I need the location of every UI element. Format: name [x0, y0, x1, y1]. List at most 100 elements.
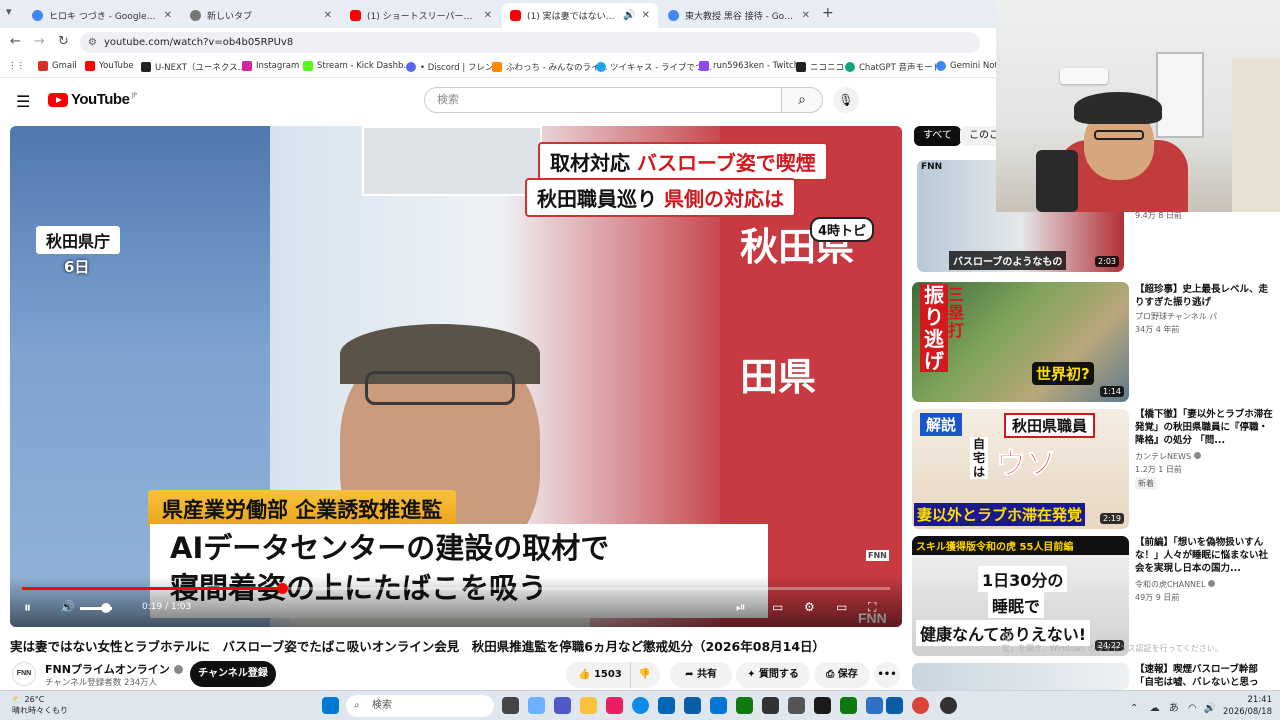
recommended-thumbnail-5[interactable]: [912, 663, 1129, 690]
tab-google-search-2[interactable]: 東大教授 黒谷 接待 - Google 検索 ✕: [660, 3, 818, 28]
channel-avatar[interactable]: FNN: [12, 662, 36, 686]
play-pause-icon[interactable]: ⏸: [24, 600, 31, 616]
recommended-title-5[interactable]: 【速報】喫煙バスローブ幹部「自宅は嘘、バレないと思っ: [1135, 663, 1275, 689]
edge-icon[interactable]: [632, 697, 649, 714]
recommended-thumbnail-4[interactable]: スキル獲得版令和の虎 55人目前編 1日30分の 睡眠で 健康なんてありえない!…: [912, 536, 1129, 656]
bookmark-gemini[interactable]: Gemini Note: [936, 61, 1003, 71]
reload-icon[interactable]: ↻: [58, 34, 69, 49]
bookmark-icon: ⎙: [826, 669, 835, 680]
weather-widget[interactable]: ⛅ 26°C 晴れ時々くもり: [12, 694, 68, 716]
apps-icon[interactable]: ⋮⋮: [8, 61, 25, 71]
video-player[interactable]: 秋田県 田県 取材対応 バスローブ姿で喫煙 秋田職員巡り 県側の対応は 4時トピ…: [10, 126, 902, 627]
ask-button[interactable]: ✦ 質問する: [736, 662, 810, 688]
store-icon[interactable]: [658, 697, 675, 714]
obs-icon[interactable]: [940, 697, 957, 714]
chip-all[interactable]: すべて: [914, 126, 961, 146]
like-button[interactable]: 👍 1503 👎: [566, 662, 660, 688]
recommended-thumbnail-2[interactable]: 振り逃げ 三塁打 世界初? 1:14: [912, 282, 1129, 402]
bookmark-twitcasting[interactable]: ツイキャス - ライブでつ...: [596, 61, 712, 73]
youtube-icon: [85, 61, 95, 71]
channel-name[interactable]: FNNプライムオンライン: [45, 661, 183, 677]
bookmark-kick[interactable]: Stream - Kick Dashb...: [303, 61, 412, 71]
hamburger-menu-icon[interactable]: ☰: [16, 92, 30, 111]
file-explorer-icon[interactable]: [580, 697, 597, 714]
recommended-channel-2[interactable]: プロ野球チャンネル パ: [1135, 311, 1217, 322]
search-input[interactable]: 検索: [424, 87, 782, 113]
forward-icon[interactable]: →: [34, 34, 45, 49]
wifi-icon[interactable]: ◠: [1188, 703, 1197, 714]
recommended-thumbnail-3[interactable]: 解説 秋田県職員 自宅は ウソ 妻以外とラブホ滞在発覚 2:19: [912, 409, 1129, 529]
bookmark-youtube[interactable]: YouTube: [85, 61, 134, 71]
copilot-icon[interactable]: [528, 697, 545, 714]
windows-activation-text: 定」を開き、Windows のライセンス認証を行ってください。: [1002, 644, 1223, 653]
close-tab-icon[interactable]: ✕: [642, 10, 650, 21]
new-tab-button[interactable]: +: [822, 5, 834, 21]
voice-search-button[interactable]: 🎙: [833, 87, 859, 113]
windows-start-icon[interactable]: [322, 697, 339, 714]
search-button[interactable]: ⌕: [781, 87, 823, 113]
app-icon-5[interactable]: [866, 697, 883, 714]
volume-knob[interactable]: [100, 603, 111, 613]
bookmark-discord[interactable]: • Discord | フレンド: [406, 61, 502, 73]
bookmark-unext[interactable]: U-NEXT（ユーネクス...: [141, 61, 246, 73]
ime-indicator[interactable]: あ: [1169, 703, 1179, 714]
app-icon-6[interactable]: [886, 697, 903, 714]
app-icon-3[interactable]: [788, 697, 805, 714]
close-tab-icon[interactable]: ✕: [324, 10, 332, 21]
terminal-icon[interactable]: [814, 697, 831, 714]
chrome-icon[interactable]: [912, 697, 929, 714]
site-info-icon[interactable]: ⚙: [88, 32, 97, 53]
tab-search-icon[interactable]: ▾: [6, 5, 12, 18]
bookmark-chatgpt[interactable]: ChatGPT 音声モード: [845, 61, 941, 73]
tab-youtube-active[interactable]: (1) 実は妻ではない女性とラブホ 🔊 ✕: [502, 3, 658, 28]
location-label: 秋田県庁: [36, 226, 121, 254]
back-icon[interactable]: ←: [10, 34, 21, 49]
autoplay-toggle-icon[interactable]: ⏯: [736, 600, 746, 615]
close-tab-icon[interactable]: ✕: [164, 10, 172, 21]
tab-new-tab[interactable]: 新しいタブ ✕: [182, 3, 340, 28]
app-icon-4[interactable]: [840, 697, 857, 714]
taskbar-clock[interactable]: 21:41 2026/08/18: [1210, 694, 1272, 718]
system-tray[interactable]: ⌃ ☁ あ ◠ 🔊: [1130, 699, 1216, 714]
save-button[interactable]: ⎙ 保存: [814, 662, 870, 688]
youtube-logo[interactable]: YouTube JP: [48, 91, 137, 108]
bookmark-twitch[interactable]: run5963ken - Twitch: [699, 61, 799, 71]
task-view-icon[interactable]: [502, 697, 519, 714]
network-icon[interactable]: ☁: [1150, 703, 1160, 714]
bookmark-niconico[interactable]: ニコニコ: [796, 61, 844, 73]
progress-bar[interactable]: [22, 583, 890, 594]
share-button[interactable]: ➦ 共有: [670, 662, 732, 688]
tab-youtube-shortsleeper[interactable]: (1) ショートスリーパー堀大輔/25歳 ✕: [342, 3, 500, 28]
thumbs-down-icon[interactable]: 👎: [638, 662, 650, 688]
close-tab-icon[interactable]: ✕: [484, 10, 492, 21]
taskbar-search[interactable]: ⌕ 検索: [346, 695, 494, 717]
close-tab-icon[interactable]: ✕: [802, 10, 810, 21]
fullscreen-icon[interactable]: ⛶: [868, 600, 876, 615]
xbox-icon[interactable]: [736, 697, 753, 714]
volume-icon[interactable]: 🔊: [60, 600, 75, 614]
subtitles-icon[interactable]: ▭: [772, 600, 783, 614]
settings-gear-icon[interactable]: ⚙: [804, 600, 815, 614]
recommended-channel-4[interactable]: 令和の虎CHANNEL: [1135, 579, 1216, 590]
address-bar[interactable]: ⚙ youtube.com/watch?v=ob4b05RPUv8: [80, 32, 980, 53]
theater-mode-icon[interactable]: ▭: [836, 600, 847, 614]
bookmark-instagram[interactable]: Instagram: [242, 61, 299, 71]
app-icon-2[interactable]: [762, 697, 779, 714]
audio-playing-icon[interactable]: 🔊: [623, 10, 635, 21]
tab-google-search-1[interactable]: ヒロキ つづき - Google 検索 ✕: [24, 3, 180, 28]
recommended-title-3[interactable]: 【橋下徹】「妻以外とラブホ滞在発覚」の秋田県職員に『停職・降格』の処分 「問..…: [1135, 408, 1275, 447]
outlook-icon[interactable]: [710, 697, 727, 714]
chevron-up-icon[interactable]: ⌃: [1130, 703, 1138, 714]
recommended-title-2[interactable]: 【超珍事】史上最長レベル、走りすぎた振り逃げ: [1135, 283, 1275, 309]
news-caption-top: 取材対応 バスローブ姿で喫煙: [538, 142, 828, 181]
bookmark-gmail[interactable]: Gmail: [38, 61, 77, 71]
bookmark-fuwacchi[interactable]: ふわっち - みんなのライ...: [492, 61, 608, 73]
teams-icon[interactable]: [554, 697, 571, 714]
subscribe-button[interactable]: チャンネル登録: [190, 661, 276, 687]
kick-icon: [303, 61, 313, 71]
more-actions-button[interactable]: •••: [874, 662, 900, 688]
mail-icon[interactable]: [684, 697, 701, 714]
app-icon[interactable]: [606, 697, 623, 714]
recommended-title-4[interactable]: 【前編】「想いを偽物扱いすんな！」人々が睡眠に悩まない社会を実現し日本の国力..…: [1135, 536, 1275, 575]
recommended-channel-3[interactable]: カンテレNEWS: [1135, 451, 1201, 462]
